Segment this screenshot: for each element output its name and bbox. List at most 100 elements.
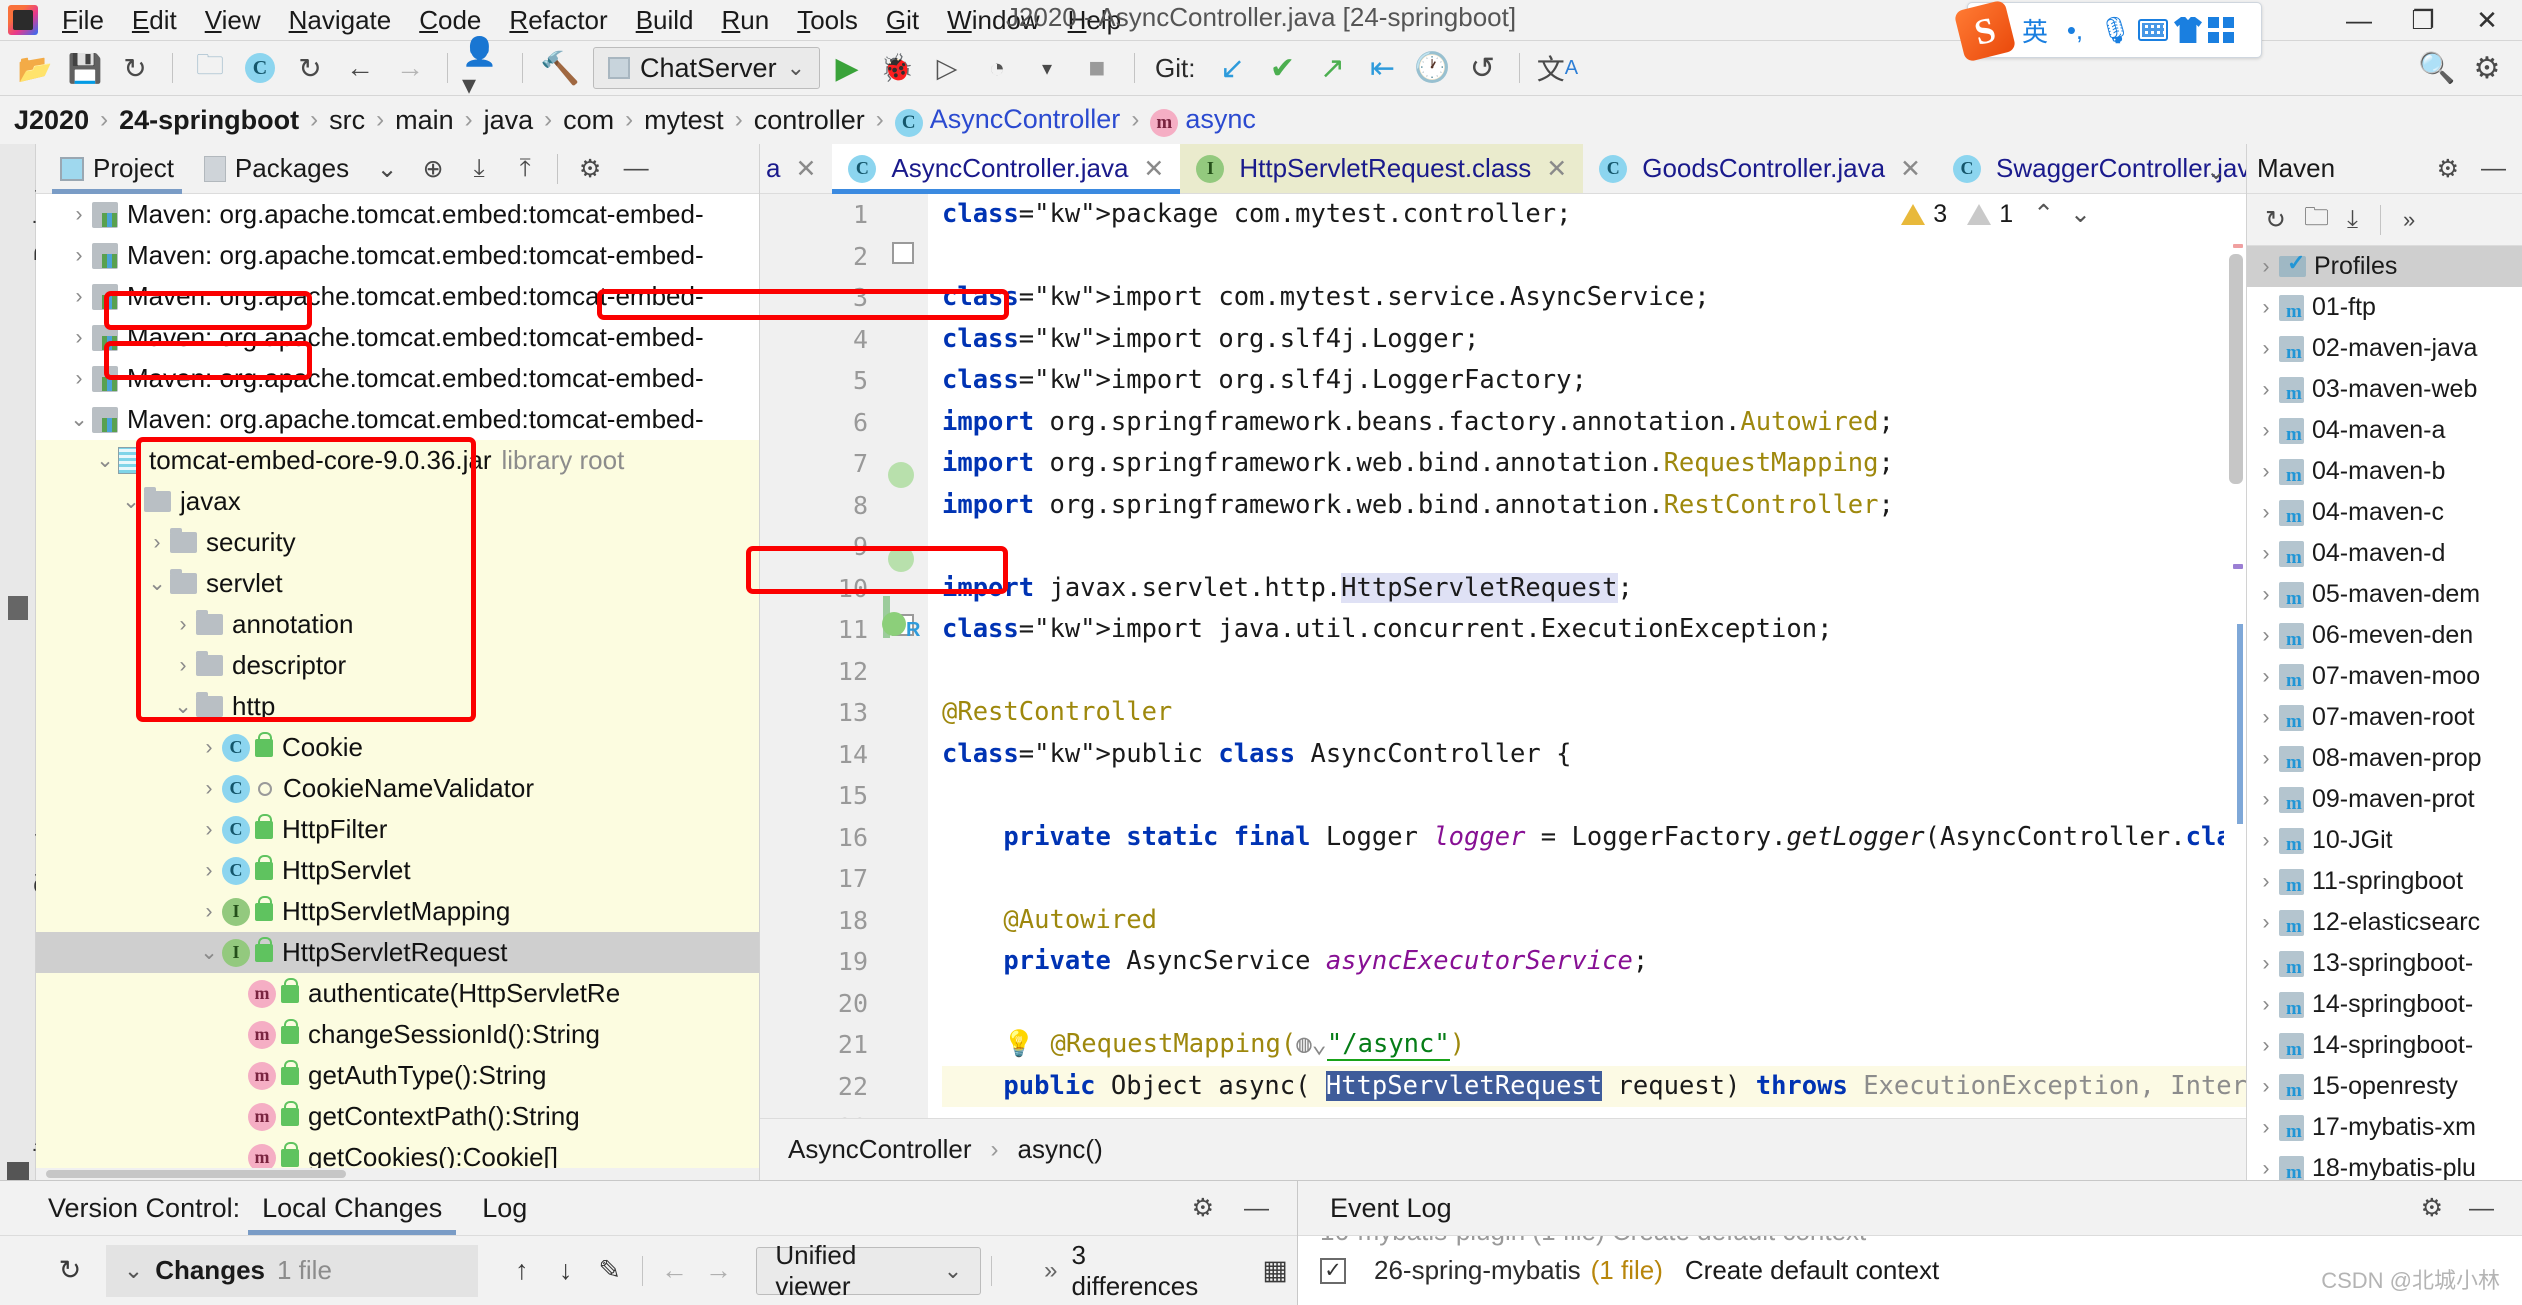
close-icon[interactable]: ✕ xyxy=(1546,154,1567,184)
code-line[interactable] xyxy=(942,775,2246,817)
chevron-right-icon[interactable]: › xyxy=(196,900,222,924)
project-tree[interactable]: › Maven: org.apache.tomcat.embed:tomcat-e… xyxy=(36,194,759,1180)
code-line[interactable]: import org.springframework.beans.factory… xyxy=(942,402,2246,444)
chevron-right-icon[interactable]: › xyxy=(2253,870,2279,894)
code-line[interactable]: import org.springframework.web.bind.anno… xyxy=(942,443,2246,485)
code-line[interactable] xyxy=(942,1107,2246,1118)
mic-icon[interactable]: 🎙 xyxy=(2098,15,2132,46)
chevron-right-icon[interactable]: › xyxy=(66,244,92,268)
run-coverage-icon[interactable]: ▷ xyxy=(924,47,970,89)
chevron-right-icon[interactable]: › xyxy=(2253,460,2279,484)
changes-group[interactable]: ⌄ Changes 1 file xyxy=(105,1244,478,1297)
download-sources-icon[interactable]: ⤓ xyxy=(2347,205,2358,234)
chevron-down-icon[interactable]: ⌄ xyxy=(66,407,92,432)
tree-item[interactable]: ⌄ tomcat-embed-core-9.0.36.jar library roo… xyxy=(36,440,759,481)
chevron-right-icon[interactable]: › xyxy=(196,777,222,801)
editor-tab-bar[interactable]: a ✕ C AsyncController.java ✕ I HttpServletRequ… xyxy=(760,144,2246,194)
maven-project-item[interactable]: › 13-springboot- xyxy=(2247,943,2522,984)
menu-help[interactable]: Help xyxy=(1054,3,1135,38)
tree-item[interactable]: › C HttpFilter xyxy=(36,809,759,850)
hide-icon[interactable]: — xyxy=(2469,1194,2494,1223)
status-method[interactable]: async() xyxy=(1018,1134,1103,1165)
gutter-bean-icon[interactable] xyxy=(888,462,914,488)
restore-button[interactable]: ❐ xyxy=(2408,5,2438,36)
code-line[interactable]: public Object async( HttpServletRequest … xyxy=(942,1065,2246,1107)
tab-project[interactable]: Project xyxy=(48,144,186,194)
menu-navigate[interactable]: Navigate xyxy=(275,3,406,38)
down-arrow-icon[interactable]: ↓ xyxy=(544,1248,588,1294)
folder-blue-icon[interactable]: 🗀 xyxy=(187,47,233,89)
code-line[interactable]: private AsyncService asyncExecutorServic… xyxy=(942,941,2246,983)
update-project-icon[interactable]: ↙ xyxy=(1209,47,1255,89)
menu-code[interactable]: Code xyxy=(405,3,495,38)
code-line[interactable]: class="kw">import java.util.concurrent.E… xyxy=(942,609,2246,651)
chevron-right-icon[interactable]: › xyxy=(2253,255,2279,279)
breadcrumb-item-mytest[interactable]: mytest xyxy=(644,105,724,136)
menu-window[interactable]: Window xyxy=(933,3,1053,38)
maven-project-item[interactable]: › 03-maven-web xyxy=(2247,369,2522,410)
tree-item[interactable]: ·m getAuthType():String xyxy=(36,1055,759,1096)
hide-icon[interactable]: — xyxy=(1244,1194,1269,1223)
maven-project-item[interactable]: › 02-maven-java xyxy=(2247,328,2522,369)
status-class[interactable]: AsyncController xyxy=(788,1134,972,1165)
close-icon[interactable]: ✕ xyxy=(1143,154,1164,184)
reimport-icon[interactable]: ↻ xyxy=(2265,205,2286,235)
commit-icon[interactable]: ✔ xyxy=(1259,47,1305,89)
more-icon[interactable]: » xyxy=(2403,207,2415,233)
maven-project-item[interactable]: › 05-maven-dem xyxy=(2247,574,2522,615)
breadcrumb-item-24-springboot[interactable]: 24-springboot xyxy=(119,105,299,136)
chevron-right-icon[interactable]: › xyxy=(196,859,222,883)
search-icon[interactable]: 🔍 xyxy=(2414,47,2460,89)
tree-item[interactable]: ·m authenticate(HttpServletRe xyxy=(36,973,759,1014)
maven-project-item[interactable]: › 06-meven-den xyxy=(2247,615,2522,656)
run-icon[interactable]: ▶ xyxy=(824,47,870,89)
up-arrow-icon[interactable]: ↑ xyxy=(500,1248,544,1294)
hide-icon[interactable]: — xyxy=(2481,154,2506,183)
tree-item[interactable]: ⌄ http xyxy=(36,686,759,727)
sogou-ime-bar[interactable]: S 英 •, 🎙 xyxy=(1953,0,2262,63)
code-line[interactable]: import javax.servlet.http.HttpServletReq… xyxy=(942,568,2246,610)
gutter-bean-icon-2[interactable] xyxy=(888,546,914,572)
add-maven-project-icon[interactable]: 🗀 xyxy=(2304,198,2329,241)
breadcrumb-item-asynccontroller[interactable]: C AsyncController xyxy=(894,104,1120,137)
chevron-right-icon[interactable]: › xyxy=(2253,583,2279,607)
maven-project-item[interactable]: › 04-maven-b xyxy=(2247,451,2522,492)
tree-item[interactable]: ·m changeSessionId():String xyxy=(36,1014,759,1055)
maven-project-item[interactable]: › 12-elasticsearc xyxy=(2247,902,2522,943)
editor-tab-asynccontroller-java[interactable]: C AsyncController.java ✕ xyxy=(832,144,1181,194)
sync-icon[interactable]: ↻ xyxy=(112,47,158,89)
maven-project-item[interactable]: › 14-springboot- xyxy=(2247,984,2522,1025)
maven-project-item[interactable]: › 14-springboot- xyxy=(2247,1025,2522,1066)
chevron-right-icon[interactable]: › xyxy=(2253,542,2279,566)
fold-icon[interactable] xyxy=(892,242,914,264)
code-line[interactable]: class="kw">public class AsyncController … xyxy=(942,734,2246,776)
breadcrumb-item-j2020[interactable]: J2020 xyxy=(14,105,89,136)
code-line[interactable]: class="kw">import com.mytest.service.Asy… xyxy=(942,277,2246,319)
event-checkbox[interactable]: ✓ xyxy=(1320,1257,1346,1284)
maven-project-item[interactable]: › 18-mybatis-plu xyxy=(2247,1148,2522,1180)
tab-local-changes[interactable]: Local Changes xyxy=(244,1181,460,1235)
maven-project-item[interactable]: › 04-maven-d xyxy=(2247,533,2522,574)
editor-tab-goodscontroller-java[interactable]: C GoodsController.java ✕ xyxy=(1583,144,1937,193)
chevron-right-icon[interactable]: › xyxy=(2253,419,2279,443)
chevron-right-icon[interactable]: › xyxy=(2253,665,2279,689)
chevron-right-icon[interactable]: › xyxy=(2253,829,2279,853)
breadcrumb-item-async[interactable]: m async xyxy=(1150,104,1256,137)
code-editor[interactable]: 1234567891011121314151617181920212223242… xyxy=(760,194,2246,1180)
menu-view[interactable]: View xyxy=(191,3,275,38)
back-arrow-icon[interactable]: ← xyxy=(337,47,383,89)
history-icon[interactable]: 🕐 xyxy=(1409,47,1455,89)
chevron-right-icon[interactable]: › xyxy=(2253,378,2279,402)
menu-file[interactable]: File xyxy=(48,3,118,38)
maven-project-item[interactable]: › 09-maven-prot xyxy=(2247,779,2522,820)
viewer-mode-selector[interactable]: Unified viewer ⌄ xyxy=(756,1240,982,1301)
menu-edit[interactable]: Edit xyxy=(118,3,191,38)
maven-project-item[interactable]: › 10-JGit xyxy=(2247,820,2522,861)
code-line[interactable]: import org.springframework.web.bind.anno… xyxy=(942,485,2246,527)
editor-tab-a[interactable]: a ✕ xyxy=(760,144,832,193)
menu-git[interactable]: Git xyxy=(872,3,933,38)
menu-refactor[interactable]: Refactor xyxy=(495,3,621,38)
debug-icon[interactable]: 🐞 xyxy=(874,47,920,89)
forward-arrow-icon[interactable]: → xyxy=(387,47,433,89)
chevron-right-icon[interactable]: › xyxy=(2253,296,2279,320)
